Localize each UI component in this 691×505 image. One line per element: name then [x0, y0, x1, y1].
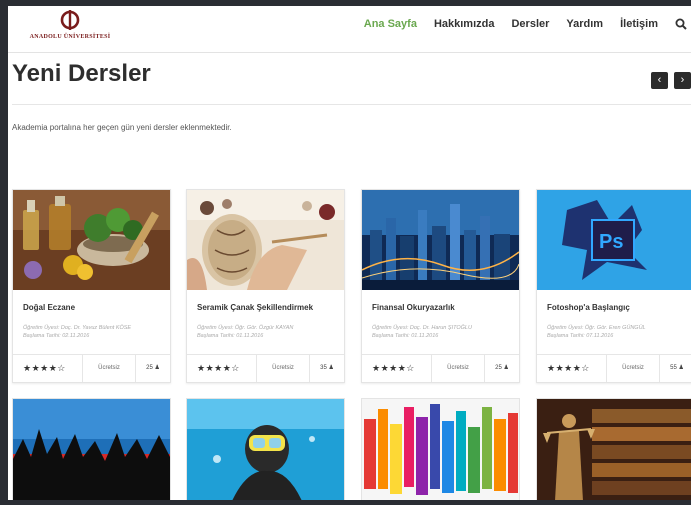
- concert-image[interactable]: [12, 398, 171, 500]
- course-card[interactable]: Ps Fotoshop'a Başlangıç Öğretim Üyesi: Ö…: [536, 189, 691, 383]
- course-meta: Öğretim Üyesi: Doç. Dr. Harun ŞITOĞLU Ba…: [372, 324, 472, 340]
- price-label: Ücretsiz: [607, 355, 660, 382]
- course-card[interactable]: Seramik Çanak Şekillendirmek Öğretim Üye…: [186, 189, 345, 383]
- justice-statue-image[interactable]: [536, 398, 691, 500]
- photoshop-image[interactable]: Ps: [537, 190, 691, 290]
- card-footer: ★★★★☆ Ücretsiz 25 ♟: [13, 354, 170, 382]
- nav-courses[interactable]: Dersler: [511, 18, 549, 30]
- top-navbar: ANADOLU ÜNİVERSİTESİ Ana Sayfa Hakkımızd…: [8, 6, 691, 53]
- course-title[interactable]: Finansal Okuryazarlık: [372, 303, 455, 312]
- course-card[interactable]: Finansal Okuryazarlık Öğretim Üyesi: Doç…: [361, 189, 520, 383]
- herbs-image[interactable]: [13, 190, 170, 290]
- chevron-right-icon[interactable]: ›: [674, 72, 691, 89]
- course-title[interactable]: Fotoshop'a Başlangıç: [547, 303, 630, 312]
- enrollment-count: 25 ♟: [495, 365, 509, 371]
- divider: [12, 104, 691, 105]
- card-footer: ★★★★☆ Ücretsiz 35 ♟: [187, 354, 344, 382]
- course-start-date: Başlama Tarihi: 07.11.2016: [547, 333, 614, 339]
- course-title[interactable]: Doğal Eczane: [23, 303, 75, 312]
- logo-emblem-icon: [60, 10, 80, 30]
- svg-text:Ps: Ps: [599, 231, 623, 253]
- search-icon[interactable]: [675, 18, 687, 30]
- nav-home[interactable]: Ana Sayfa: [364, 18, 417, 30]
- page: ANADOLU ÜNİVERSİTESİ Ana Sayfa Hakkımızd…: [8, 6, 691, 500]
- course-meta: Öğretim Üyesi: Öğr. Gör. Eren GÜNGÜL Baş…: [547, 324, 646, 340]
- enrollment-count: 35 ♟: [320, 365, 334, 371]
- course-instructor: Öğretim Üyesi: Doç. Dr. Yavuz Bülent KÖS…: [23, 325, 132, 331]
- course-start-date: Başlama Tarihi: 01.11.2016: [197, 333, 264, 339]
- course-start-date: Başlama Tarihi: 02.11.2016: [23, 333, 90, 339]
- finance-city-image[interactable]: [362, 190, 519, 290]
- course-meta: Öğretim Üyesi: Doç. Dr. Yavuz Bülent KÖS…: [23, 324, 131, 340]
- star-rating: ★★★★☆: [362, 355, 432, 382]
- card-footer: ★★★★☆ Ücretsiz 25 ♟: [362, 354, 519, 382]
- course-instructor: Öğretim Üyesi: Doç. Dr. Harun ŞITOĞLU: [372, 325, 472, 331]
- course-meta: Öğretim Üyesi: Öğr. Gör. Özgür KAYAN Baş…: [197, 324, 293, 340]
- star-rating: ★★★★☆: [537, 355, 607, 382]
- nav-contact[interactable]: İletişim: [620, 18, 658, 30]
- chevron-left-icon[interactable]: ‹: [651, 72, 668, 89]
- price-label: Ücretsiz: [257, 355, 310, 382]
- carousel-controls: ‹ ›: [651, 72, 691, 89]
- main-nav: Ana Sayfa Hakkımızda Dersler Yardım İlet…: [364, 18, 687, 30]
- colorful-bars-image[interactable]: [361, 398, 520, 500]
- logo-text: ANADOLU ÜNİVERSİTESİ: [29, 34, 111, 40]
- scuba-diver-image[interactable]: [186, 398, 345, 500]
- course-instructor: Öğretim Üyesi: Öğr. Gör. Özgür KAYAN: [197, 325, 294, 331]
- price-label: Ücretsiz: [432, 355, 485, 382]
- ceramics-image[interactable]: [187, 190, 344, 290]
- star-rating: ★★★★☆: [13, 355, 83, 382]
- enrollment-count: 55 ♟: [670, 365, 684, 371]
- page-description: Akademia portalına her geçen gün yeni de…: [12, 123, 232, 132]
- star-rating: ★★★★☆: [187, 355, 257, 382]
- enrollment-count: 25 ♟: [146, 365, 160, 371]
- course-start-date: Başlama Tarihi: 01.11.2016: [372, 333, 439, 339]
- nav-about[interactable]: Hakkımızda: [434, 18, 495, 30]
- price-label: Ücretsiz: [83, 355, 136, 382]
- course-card[interactable]: Doğal Eczane Öğretim Üyesi: Doç. Dr. Yav…: [12, 189, 171, 383]
- nav-help[interactable]: Yardım: [566, 18, 603, 30]
- course-title[interactable]: Seramik Çanak Şekillendirmek: [197, 303, 313, 312]
- course-instructor: Öğretim Üyesi: Öğr. Gör. Eren GÜNGÜL: [547, 325, 646, 331]
- card-footer: ★★★★☆ Ücretsiz 55 ♟: [537, 354, 691, 382]
- page-title: Yeni Dersler: [12, 60, 151, 87]
- university-logo[interactable]: ANADOLU ÜNİVERSİTESİ: [20, 10, 120, 48]
